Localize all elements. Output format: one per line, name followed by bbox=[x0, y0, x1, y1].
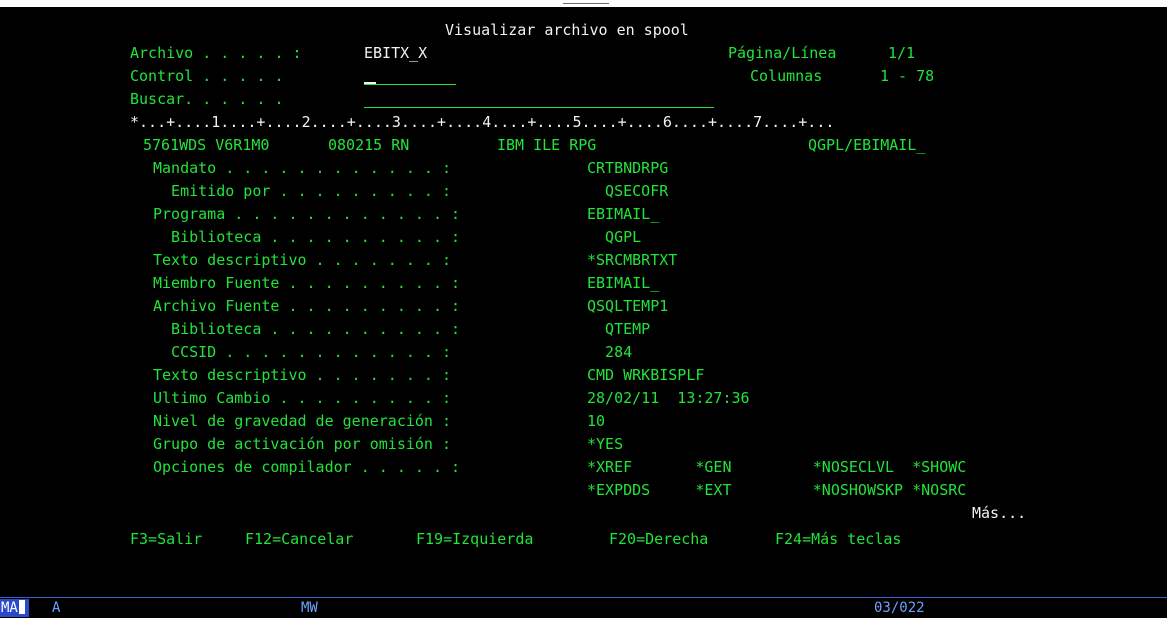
spool-row-value: *XREF *GEN *NOSECLVL *SHOWC bbox=[587, 458, 967, 476]
terminal-screen: Visualizar archivo en spool Archivo . . … bbox=[0, 7, 1167, 597]
archivo-label: Archivo . . . . . : bbox=[130, 44, 302, 62]
spool-row-label: Biblioteca . . . . . . . . . . : bbox=[153, 228, 461, 246]
fkey-f12-cancelar[interactable]: F12=Cancelar bbox=[245, 530, 353, 548]
column-ruler: *...+....1....+....2....+....3....+....4… bbox=[130, 113, 835, 131]
more-indicator: Más... bbox=[972, 504, 1027, 522]
fkey-f20-derecha[interactable]: F20=Derecha bbox=[609, 530, 708, 548]
spool-row-value: QSQLTEMP1 bbox=[587, 297, 669, 315]
mode-indicator: MA bbox=[0, 599, 29, 617]
status-bar: MA A MW 03/022 bbox=[0, 597, 1167, 618]
buscar-label: Buscar. . . . . . bbox=[130, 90, 284, 108]
spool-product: 5761WDS V6R1M0 bbox=[143, 136, 270, 154]
spool-row-label: Biblioteca . . . . . . . . . . : bbox=[153, 320, 461, 338]
spool-date: 080215 RN bbox=[328, 136, 410, 154]
fkey-f3-salir[interactable]: F3=Salir bbox=[130, 530, 202, 548]
spool-row-value: EBIMAIL_ bbox=[587, 274, 660, 292]
spool-row-label: Nivel de gravedad de generación : bbox=[153, 412, 452, 430]
session-indicator: A bbox=[52, 600, 61, 616]
spool-row-label: Opciones de compilador . . . . . : bbox=[153, 458, 461, 476]
spool-row-value: *YES bbox=[587, 435, 624, 453]
pagina-value: 1/1 bbox=[888, 44, 916, 62]
spool-object: QGPL/EBIMAIL_ bbox=[808, 136, 926, 154]
spool-row-label: Ultimo Cambio . . . . . . . . . : bbox=[153, 389, 452, 407]
fkey-f24-mas-teclas[interactable]: F24=Más teclas bbox=[775, 530, 901, 548]
spool-row-label: CCSID . . . . . . . . . . . . : bbox=[153, 343, 452, 361]
spool-row-label: Texto descriptivo . . . . . . . : bbox=[153, 366, 452, 384]
control-field-underline[interactable] bbox=[364, 84, 456, 85]
archivo-value: EBITX_X bbox=[364, 44, 428, 62]
buscar-field-underline[interactable] bbox=[364, 107, 714, 108]
spool-row-label: Programa . . . . . . . . . . . . : bbox=[153, 205, 461, 223]
spool-row-value: CRTBNDRPG bbox=[587, 159, 669, 177]
top-strip-mark bbox=[563, 3, 609, 4]
window-top-strip bbox=[0, 0, 1167, 7]
screen-title: Visualizar archivo en spool bbox=[445, 21, 689, 39]
spool-row-label: Mandato . . . . . . . . . . . . : bbox=[153, 159, 452, 177]
spool-row-value: CMD WRKBISPLF bbox=[587, 366, 705, 384]
spool-row-label: Texto descriptivo . . . . . . . : bbox=[153, 251, 452, 269]
control-label: Control . . . . . bbox=[130, 67, 284, 85]
spool-row-label: Miembro Fuente . . . . . . . . . : bbox=[153, 274, 461, 292]
spool-row-value: QGPL bbox=[587, 228, 642, 246]
spool-compiler: IBM ILE RPG bbox=[497, 136, 597, 154]
spool-row-value: *SRCMBRTXT bbox=[587, 251, 678, 269]
block-cursor-icon bbox=[18, 600, 25, 614]
spool-row-label: Emitido por . . . . . . . . . : bbox=[153, 182, 452, 200]
columnas-value: 1 - 78 bbox=[880, 67, 935, 85]
spool-row-label: Grupo de activación por omisión : bbox=[153, 435, 452, 453]
spool-row-value: 10 bbox=[587, 412, 606, 430]
message-waiting-indicator: MW bbox=[301, 600, 318, 616]
fkey-f19-izquierda[interactable]: F19=Izquierda bbox=[416, 530, 533, 548]
spool-row-value: QTEMP bbox=[587, 320, 651, 338]
spool-row-value: QSECOFR bbox=[587, 182, 669, 200]
text-cursor bbox=[364, 82, 376, 84]
mode-indicator-text: MA bbox=[1, 600, 18, 616]
spool-row-value: 28/02/11 13:27:36 bbox=[587, 389, 750, 407]
spool-row-label: Archivo Fuente . . . . . . . . . : bbox=[153, 297, 461, 315]
columnas-label: Columnas bbox=[750, 67, 823, 85]
spool-continuation: *EXPDDS *EXT *NOSHOWSKP *NOSRC bbox=[587, 481, 967, 499]
spool-row-value: 284 bbox=[587, 343, 633, 361]
pagina-label: Página/Línea bbox=[728, 44, 837, 62]
spool-row-value: EBIMAIL_ bbox=[587, 205, 660, 223]
cursor-position: 03/022 bbox=[874, 600, 925, 616]
